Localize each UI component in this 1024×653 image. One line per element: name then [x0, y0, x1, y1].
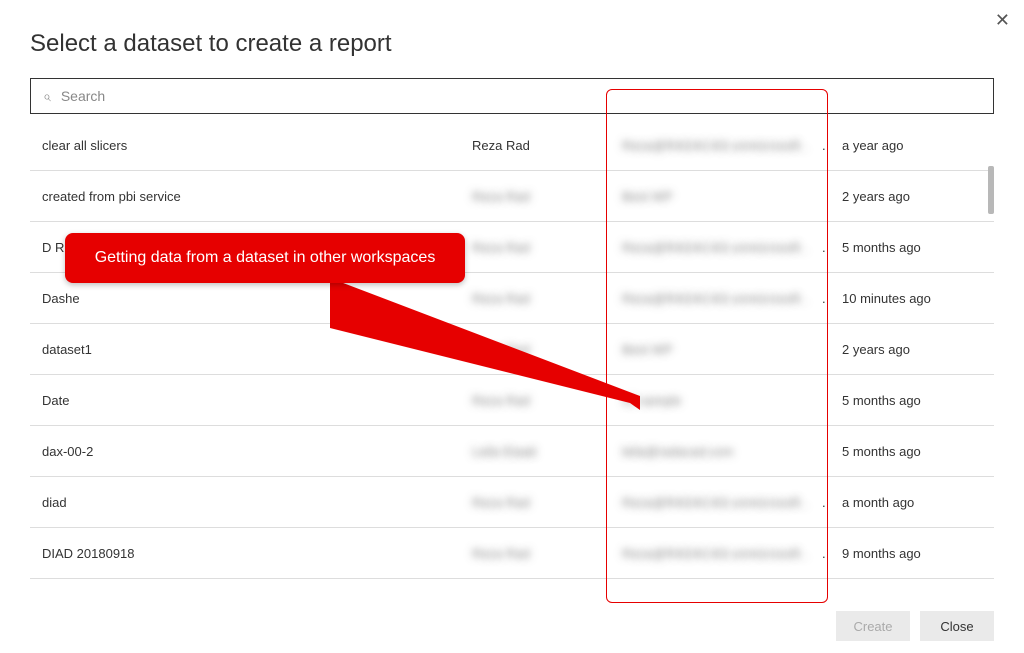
dataset-workspace: Reza@RADACAD.onmicrosoft . [622, 138, 822, 153]
dialog-footer: Create Close [836, 611, 994, 641]
dataset-list: clear all slicersReza RadReza@RADACAD.on… [30, 120, 994, 580]
workspace-ellipsis: . [822, 495, 842, 510]
dataset-workspace: leila@radacad.com [622, 444, 822, 459]
dataset-owner: Reza Rad [472, 240, 622, 255]
dataset-owner: Reza Rad [472, 546, 622, 561]
dataset-row[interactable]: DIAD 20180918Reza RadReza@RADACAD.onmicr… [30, 528, 994, 579]
dataset-workspace: Reza@RADACAD.onmicrosoft . [622, 291, 822, 306]
dataset-name: D RL [42, 240, 472, 255]
dataset-modified-time: 9 months ago [842, 546, 982, 561]
dataset-name: Date [42, 393, 472, 408]
close-icon[interactable]: ✕ [995, 10, 1010, 31]
dataset-row[interactable]: dax-00-2Leila Etaatileila@radacad.com 5 m… [30, 426, 994, 477]
search-input[interactable] [59, 87, 981, 105]
dataset-row[interactable]: DasheReza RadReza@RADACAD.onmicrosoft ..… [30, 273, 994, 324]
dataset-workspace: Reza@RADACAD.onmicrosoft . [622, 240, 822, 255]
workspace-ellipsis: . [822, 138, 842, 153]
dataset-owner: Reza Rad [472, 393, 622, 408]
dataset-name: created from pbi service [42, 189, 472, 204]
dataset-workspace: Reza@RADACAD.onmicrosoft . [622, 495, 822, 510]
close-button[interactable]: Close [920, 611, 994, 641]
workspace-ellipsis: . [822, 240, 842, 255]
dataset-owner: Reza Rad [472, 189, 622, 204]
dataset-row[interactable]: clear all slicersReza RadReza@RADACAD.on… [30, 120, 994, 171]
create-button[interactable]: Create [836, 611, 910, 641]
dataset-workspace: Best WP [622, 342, 822, 357]
dataset-modified-time: a year ago [842, 138, 982, 153]
workspace-ellipsis: . [822, 546, 842, 561]
dataset-workspace: v2 sample [622, 393, 822, 408]
scrollbar-thumb[interactable] [988, 166, 994, 214]
dataset-modified-time: a month ago [842, 495, 982, 510]
dataset-modified-time: 5 months ago [842, 444, 982, 459]
dataset-modified-time: 5 months ago [842, 240, 982, 255]
workspace-ellipsis: . [822, 291, 842, 306]
dataset-picker-dialog: ✕ Select a dataset to create a report ⌕ … [0, 0, 1024, 653]
dataset-owner: Reza Rad [472, 291, 622, 306]
dataset-modified-time: 5 months ago [842, 393, 982, 408]
dataset-workspace: Best WP [622, 189, 822, 204]
dataset-owner: Reza Rad [472, 138, 622, 153]
dataset-row[interactable]: D RLReza RadReza@RADACAD.onmicrosoft ..5… [30, 222, 994, 273]
dataset-name: clear all slicers [42, 138, 472, 153]
dataset-modified-time: 2 years ago [842, 189, 982, 204]
dataset-row[interactable]: created from pbi serviceReza RadBest WP 2… [30, 171, 994, 222]
dataset-name: DIAD 20180918 [42, 546, 472, 561]
dataset-modified-time: 2 years ago [842, 342, 982, 357]
search-icon: ⌕ [43, 88, 51, 105]
dataset-modified-time: 10 minutes ago [842, 291, 982, 306]
dataset-workspace: Reza@RADACAD.onmicrosoft . [622, 546, 822, 561]
dataset-name: dax-00-2 [42, 444, 472, 459]
dataset-row[interactable]: DateReza Radv2 sample 5 months ago [30, 375, 994, 426]
dialog-title: Select a dataset to create a report [30, 30, 994, 58]
dataset-row[interactable]: dataset1Reza RadBest WP 2 years ago [30, 324, 994, 375]
dataset-name: dataset1 [42, 342, 472, 357]
dataset-name: Dashe [42, 291, 472, 306]
search-field[interactable]: ⌕ [30, 78, 994, 114]
dataset-name: diad [42, 495, 472, 510]
dataset-owner: Leila Etaati [472, 444, 622, 459]
dataset-owner: Reza Rad [472, 495, 622, 510]
dataset-owner: Reza Rad [472, 342, 622, 357]
dataset-row[interactable]: diadReza RadReza@RADACAD.onmicrosoft ..a… [30, 477, 994, 528]
